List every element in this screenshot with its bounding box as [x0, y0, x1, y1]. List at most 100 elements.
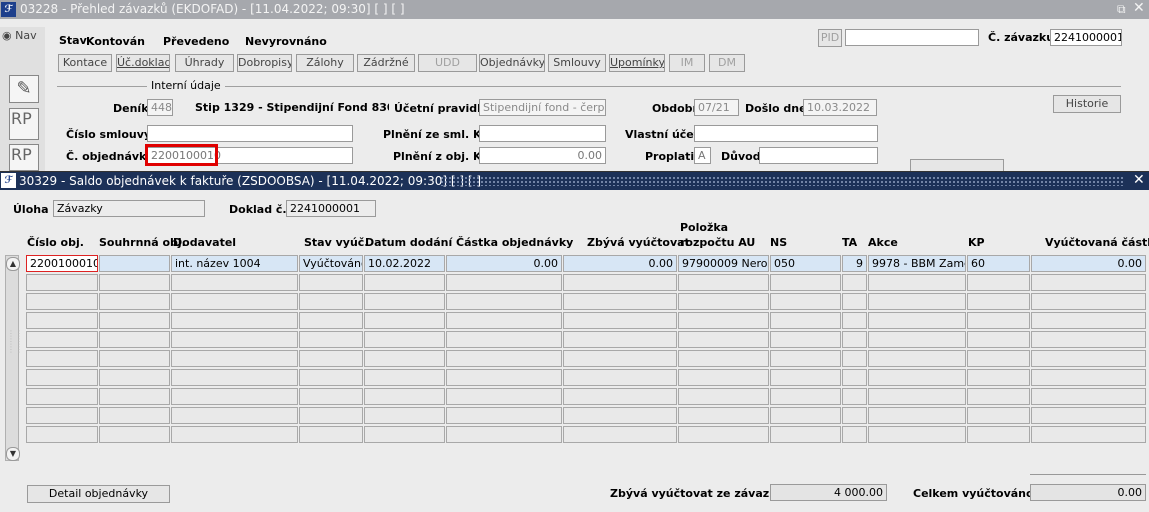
cell-kp[interactable]: 60 [967, 255, 1030, 272]
table-cell[interactable] [967, 407, 1030, 424]
scroll-up-icon[interactable]: ▲ [6, 257, 20, 271]
table-cell[interactable] [770, 293, 841, 310]
historie-button[interactable]: Historie [1053, 95, 1121, 113]
table-cell[interactable] [678, 331, 769, 348]
table-cell[interactable] [99, 293, 170, 310]
table-cell[interactable] [563, 426, 677, 443]
table-cell[interactable] [364, 293, 445, 310]
table-cell[interactable] [967, 274, 1030, 291]
table-cell[interactable] [446, 312, 562, 329]
table-cell[interactable] [446, 388, 562, 405]
cell-zbyva-vyuctovat[interactable]: 0.00 [563, 255, 677, 272]
celkem-vyuctovano-field[interactable]: 0.00 [1030, 484, 1146, 501]
table-cell[interactable] [967, 388, 1030, 405]
table-cell[interactable] [299, 274, 363, 291]
table-cell[interactable] [99, 426, 170, 443]
table-cell[interactable] [868, 293, 966, 310]
table-cell[interactable] [299, 293, 363, 310]
table-cell[interactable] [1031, 388, 1146, 405]
table-cell[interactable] [868, 274, 966, 291]
table-cell[interactable] [99, 312, 170, 329]
table-cell[interactable] [678, 274, 769, 291]
table-cell[interactable] [563, 274, 677, 291]
table-cell[interactable] [446, 350, 562, 367]
close-icon[interactable]: ✕ [1133, 0, 1145, 18]
zbyva-ze-zavazku-field[interactable]: 4 000.00 [770, 484, 887, 501]
table-cell[interactable] [1031, 369, 1146, 386]
table-cell[interactable] [563, 293, 677, 310]
table-cell[interactable] [678, 293, 769, 310]
table-cell[interactable] [299, 369, 363, 386]
table-cell[interactable] [1031, 350, 1146, 367]
cell-vyuctovana-castka[interactable]: 0.00 [1031, 255, 1146, 272]
table-cell[interactable] [868, 407, 966, 424]
cislo-smlouvy-field[interactable] [147, 125, 353, 142]
vlastni-ucet-field[interactable] [694, 125, 878, 142]
table-cell[interactable] [171, 274, 298, 291]
cell-datum-dodani[interactable]: 10.02.2022 [364, 255, 445, 272]
table-cell[interactable] [563, 331, 677, 348]
table-cell[interactable] [99, 369, 170, 386]
cell-ns[interactable]: 050 [770, 255, 841, 272]
cell-akce[interactable]: 9978 - BBM Zaměst [868, 255, 966, 272]
table-cell[interactable] [171, 407, 298, 424]
scroll-down-icon[interactable]: ▼ [6, 447, 20, 461]
table-cell[interactable] [967, 331, 1030, 348]
denik-field[interactable]: 448 [147, 99, 173, 116]
table-cell[interactable] [446, 293, 562, 310]
doklad-field[interactable]: 2241000001 [286, 200, 376, 217]
table-cell[interactable] [26, 369, 98, 386]
table-cell[interactable] [770, 426, 841, 443]
table-cell[interactable] [563, 407, 677, 424]
table-cell[interactable] [563, 388, 677, 405]
table-cell[interactable] [364, 274, 445, 291]
scroll-grip[interactable]: ⋮⋮ ⋮⋮ ⋮⋮ [7, 330, 23, 370]
table-cell[interactable] [364, 350, 445, 367]
table-cell[interactable] [299, 350, 363, 367]
zalohy-button[interactable]: Zálohy [296, 54, 354, 72]
table-cell[interactable] [446, 331, 562, 348]
cell-souhrnna-obj[interactable] [99, 255, 170, 272]
dobropisy-button[interactable]: Dobropisy [237, 54, 292, 72]
table-cell[interactable] [171, 369, 298, 386]
table-cell[interactable] [842, 331, 867, 348]
udd-button[interactable]: UDD [418, 54, 477, 72]
table-cell[interactable] [171, 293, 298, 310]
table-cell[interactable] [842, 407, 867, 424]
table-cell[interactable] [868, 388, 966, 405]
table-cell[interactable] [26, 388, 98, 405]
cell-castka-objednavky[interactable]: 0.00 [446, 255, 562, 272]
table-cell[interactable] [678, 426, 769, 443]
table-cell[interactable] [446, 274, 562, 291]
table-cell[interactable] [26, 350, 98, 367]
table-cell[interactable] [99, 407, 170, 424]
table-cell[interactable] [770, 274, 841, 291]
table-cell[interactable] [967, 426, 1030, 443]
cell-dodavatel[interactable]: int. název 1004 [171, 255, 298, 272]
kontace-button[interactable]: Kontace [58, 54, 112, 72]
nav-toggle[interactable]: ◉ Nav [2, 29, 37, 42]
c-zavazku-field[interactable]: 2241000001 [1050, 29, 1122, 46]
table-cell[interactable] [99, 388, 170, 405]
table-cell[interactable] [364, 426, 445, 443]
table-cell[interactable] [967, 350, 1030, 367]
table-cell[interactable] [364, 312, 445, 329]
table-cell[interactable] [842, 369, 867, 386]
rp-icon-2[interactable]: RP [9, 144, 39, 171]
objednavky-button[interactable]: Objednávky [479, 54, 545, 72]
table-cell[interactable] [26, 407, 98, 424]
table-cell[interactable] [868, 331, 966, 348]
table-cell[interactable] [563, 312, 677, 329]
table-cell[interactable] [1031, 274, 1146, 291]
table-cell[interactable] [842, 350, 867, 367]
table-cell[interactable] [364, 331, 445, 348]
table-cell[interactable] [678, 407, 769, 424]
table-cell[interactable] [299, 312, 363, 329]
cell-stav-vyuc[interactable]: Vyúčtováno [299, 255, 363, 272]
table-cell[interactable] [171, 312, 298, 329]
table-cell[interactable] [563, 369, 677, 386]
table-cell[interactable] [770, 407, 841, 424]
restore-icon[interactable]: ⧉ [1117, 0, 1126, 19]
table-cell[interactable] [842, 426, 867, 443]
table-cell[interactable] [842, 274, 867, 291]
